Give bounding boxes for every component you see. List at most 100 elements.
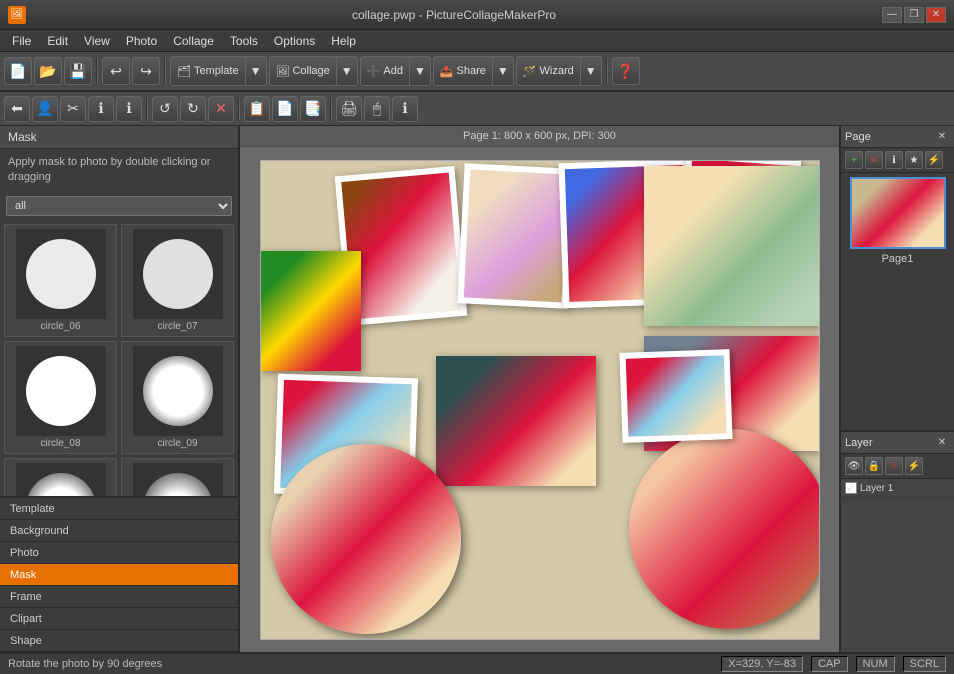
tb2-info3-button[interactable]: ℹ <box>392 96 418 122</box>
open-button[interactable]: 📂 <box>34 57 62 85</box>
tb2-crop-button[interactable]: ✂ <box>60 96 86 122</box>
layer-lock-button[interactable]: 🔒 <box>865 457 883 475</box>
layer-panel-title: Layer <box>845 437 873 449</box>
tb2-info1-button[interactable]: ℹ <box>88 96 114 122</box>
layer-close-icon[interactable]: ✕ <box>934 435 950 451</box>
wizard-button[interactable]: 🪄 Wizard <box>516 56 581 86</box>
menu-edit[interactable]: Edit <box>39 32 76 50</box>
tb2-print-button[interactable]: 🖨 <box>336 96 362 122</box>
template-button[interactable]: 🗂 Template <box>170 56 246 86</box>
window-title: collage.pwp - PictureCollageMakerPro <box>26 8 882 22</box>
panel-header: Mask <box>0 126 238 149</box>
share-button[interactable]: 📤 Share <box>433 56 493 86</box>
add-button[interactable]: ➕ Add <box>360 56 410 86</box>
tab-clipart[interactable]: Clipart <box>0 608 238 630</box>
layer-checkbox-1[interactable]: ✓ <box>845 482 857 494</box>
collage-button[interactable]: 🖼 Collage <box>269 56 337 86</box>
page-thumbnail[interactable] <box>850 177 946 249</box>
tab-background[interactable]: Background <box>0 520 238 542</box>
tb2-select-button[interactable]: 👤 <box>32 96 58 122</box>
tb2-rotate-left-button[interactable]: ↺ <box>152 96 178 122</box>
layer-controls: 👁 🔒 ✕ ⚡ <box>841 454 954 479</box>
layer-content[interactable]: ✓ Layer 1 <box>841 479 954 652</box>
new-button[interactable]: 📄 <box>4 57 32 85</box>
page-info-button[interactable]: ℹ <box>885 151 903 169</box>
toolbar: 📄 📂 💾 ↩ ↪ 🗂 Template ▼ 🖼 Collage ▼ ➕ Add… <box>0 52 954 92</box>
photo-woman-circle[interactable] <box>629 429 820 629</box>
layer-panel: Layer ✕ 👁 🔒 ✕ ⚡ ✓ Layer 1 <box>841 432 954 652</box>
tb2-back-button[interactable]: ⬅ <box>4 96 30 122</box>
menu-file[interactable]: File <box>4 32 39 50</box>
tab-shape[interactable]: Shape <box>0 630 238 652</box>
photo-couple-kissing[interactable] <box>457 163 574 309</box>
main-content: Mask Apply mask to photo by double click… <box>0 126 954 652</box>
canvas[interactable] <box>260 160 820 640</box>
redo-button[interactable]: ↪ <box>132 57 160 85</box>
layer-item-1-label: Layer 1 <box>860 483 893 494</box>
collage-dropdown-arrow[interactable]: ▼ <box>336 56 358 86</box>
layer-lightning-button[interactable]: ⚡ <box>905 457 923 475</box>
mask-item-circle08[interactable]: circle_08 <box>4 341 117 454</box>
page-remove-button[interactable]: ✕ <box>865 151 883 169</box>
photo-family-circle[interactable] <box>271 444 461 634</box>
page-add-button[interactable]: + <box>845 151 863 169</box>
wizard-dropdown-group: 🪄 Wizard ▼ <box>516 56 602 86</box>
tb2-info2-button[interactable]: ℹ <box>116 96 142 122</box>
tb2-delete-button[interactable]: ✕ <box>208 96 234 122</box>
status-message: Rotate the photo by 90 degrees <box>8 658 721 670</box>
tb2-paste-button[interactable]: 📄 <box>272 96 298 122</box>
layer-eye-button[interactable]: 👁 <box>845 457 863 475</box>
mask-filter-select[interactable]: all circle square star frame <box>6 196 232 216</box>
photo-christmas-gifts[interactable] <box>261 251 361 371</box>
restore-button[interactable]: ❐ <box>904 7 924 23</box>
mask-item-circle11[interactable]: circle_11 <box>121 458 234 496</box>
menu-tools[interactable]: Tools <box>222 32 266 50</box>
mask-thumb-circle11 <box>133 463 223 496</box>
menu-help[interactable]: Help <box>323 32 364 50</box>
tb2-copy-button[interactable]: 📋 <box>244 96 270 122</box>
toolbar-sep-2 <box>164 58 166 84</box>
mask-grid-container[interactable]: circle_06 circle_07 circle_08 <box>0 220 238 496</box>
tb2-cut-button[interactable]: 📑 <box>300 96 326 122</box>
toolbar-sep-1 <box>96 58 98 84</box>
titlebar: 🖼 collage.pwp - PictureCollageMakerPro —… <box>0 0 954 30</box>
menu-photo[interactable]: Photo <box>118 32 165 50</box>
layer-item-1[interactable]: ✓ Layer 1 <box>841 479 954 498</box>
page-star-button[interactable]: ★ <box>905 151 923 169</box>
help-button[interactable]: ❓ <box>612 57 640 85</box>
menu-view[interactable]: View <box>76 32 118 50</box>
minimize-button[interactable]: — <box>882 7 902 23</box>
photo-boy-sleeping[interactable] <box>644 166 819 326</box>
mask-label-circle08: circle_08 <box>40 438 80 449</box>
mask-item-circle07[interactable]: circle_07 <box>121 224 234 337</box>
mask-item-circle09[interactable]: circle_09 <box>121 341 234 454</box>
mask-label-circle07: circle_07 <box>157 321 197 332</box>
layer-remove-button[interactable]: ✕ <box>885 457 903 475</box>
tab-template[interactable]: Template <box>0 498 238 520</box>
undo-button[interactable]: ↩ <box>102 57 130 85</box>
page-panel-header: Page ✕ <box>841 126 954 148</box>
tb2-rotate-right-button[interactable]: ↻ <box>180 96 206 122</box>
menu-collage[interactable]: Collage <box>165 32 222 50</box>
close-button[interactable]: ✕ <box>926 7 946 23</box>
share-dropdown-arrow[interactable]: ▼ <box>492 56 514 86</box>
photo-group[interactable] <box>436 356 596 486</box>
layer-panel-header: Layer ✕ <box>841 432 954 454</box>
photo-small-group[interactable] <box>619 349 732 443</box>
canvas-wrapper[interactable] <box>240 147 839 652</box>
tab-mask[interactable]: Mask <box>0 564 238 586</box>
tb2-sep-1 <box>146 98 148 120</box>
save-button[interactable]: 💾 <box>64 57 92 85</box>
tab-frame[interactable]: Frame <box>0 586 238 608</box>
tab-photo[interactable]: Photo <box>0 542 238 564</box>
template-dropdown-arrow[interactable]: ▼ <box>245 56 267 86</box>
mask-item-circle06[interactable]: circle_06 <box>4 224 117 337</box>
add-dropdown-arrow[interactable]: ▼ <box>409 56 431 86</box>
status-coords: X=329, Y=-83 <box>721 656 803 672</box>
menu-options[interactable]: Options <box>266 32 323 50</box>
page-lightning-button[interactable]: ⚡ <box>925 151 943 169</box>
tb2-cursor-button[interactable]: 🖱 <box>364 96 390 122</box>
wizard-dropdown-arrow[interactable]: ▼ <box>580 56 602 86</box>
mask-item-circle10[interactable]: circle_10 <box>4 458 117 496</box>
page-close-icon[interactable]: ✕ <box>934 129 950 145</box>
